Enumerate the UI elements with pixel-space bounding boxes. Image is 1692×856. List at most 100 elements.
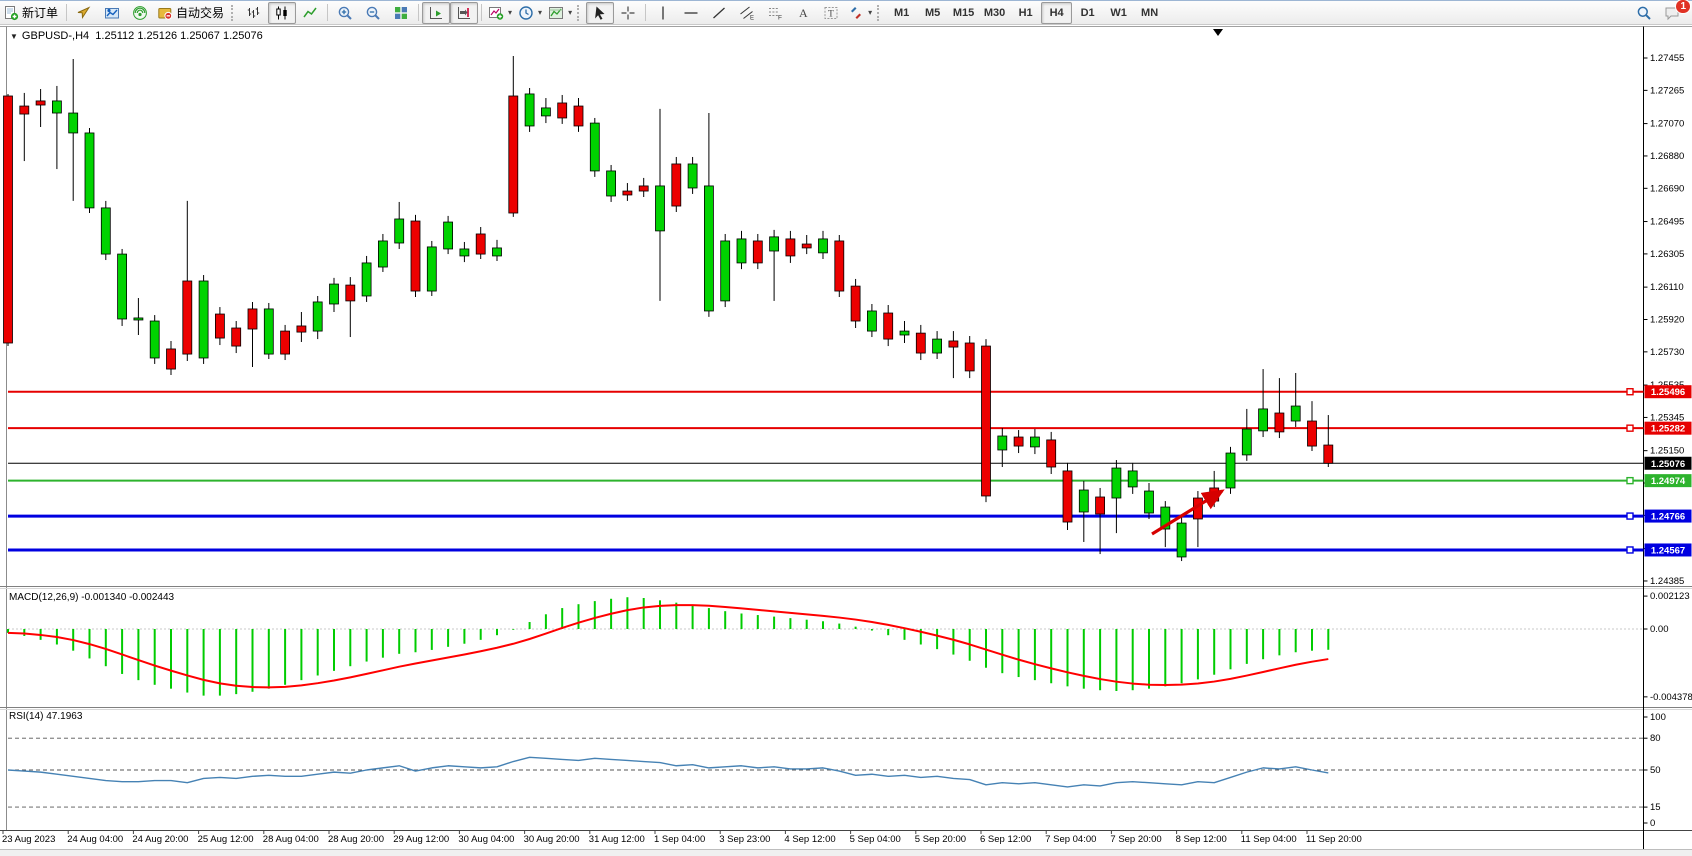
channel-tool-button[interactable]: E [733,2,761,24]
candle-body [1291,406,1300,421]
timeframe-button-D1[interactable]: D1 [1072,2,1103,24]
vertical-line-tool-button[interactable] [649,2,677,24]
candle-body [362,263,371,296]
chart-shift-marker[interactable] [1213,29,1223,36]
candle-body [590,123,599,171]
community-button[interactable] [70,2,98,24]
time-axis-label: 30 Aug 20:00 [524,834,580,845]
clock-icon [518,5,534,21]
collapse-triangle-icon[interactable]: ▼ [10,32,18,41]
status-strip [0,849,1692,856]
timeframe-button-H1[interactable]: H1 [1010,2,1041,24]
candle-body [770,237,779,251]
time-axis-label: 28 Aug 04:00 [263,834,319,845]
trendline-tool-button[interactable] [705,2,733,24]
svg-text:F: F [778,14,782,21]
candlestick-chart-button[interactable] [268,2,296,24]
templates-button[interactable]: ▾ [545,2,575,24]
zoom-out-button[interactable] [359,2,387,24]
price-badge-label: 1.24567 [1651,545,1685,556]
timeframe-button-W1[interactable]: W1 [1103,2,1134,24]
trendline-icon [711,5,727,21]
notifications-button[interactable]: 1 [1658,2,1686,24]
time-axis-label: 11 Sep 04:00 [1241,834,1297,845]
auto-scroll-button[interactable] [422,2,450,24]
fibonacci-icon: F [767,5,783,21]
chart-canvas[interactable]: 1.274551.272651.270701.268801.266901.264… [0,24,1692,855]
line-chart-button[interactable] [296,2,324,24]
search-button[interactable] [1630,2,1658,24]
line-handle[interactable] [1627,513,1633,519]
candle-body [1145,491,1154,513]
candle-body [509,96,518,213]
line-handle[interactable] [1627,478,1633,484]
crosshair-button[interactable] [614,2,642,24]
candle-body [1226,453,1235,488]
arrows-tool-button[interactable]: ▾ [845,2,875,24]
indicators-button[interactable]: ▾ [485,2,515,24]
rsi-tick-label: 15 [1650,802,1661,813]
candle-body [574,106,583,126]
candle-body [1324,445,1333,463]
candle-body [1096,497,1105,514]
crosshair-icon [620,5,636,21]
signals-button[interactable] [126,2,154,24]
timeframe-button-M1[interactable]: M1 [886,2,917,24]
candle-body [52,101,61,113]
macd-indicator-label: MACD(12,26,9) -0.001340 -0.002443 [9,592,174,603]
zoom-out-icon [365,5,381,21]
candle-body [281,331,290,354]
signals-radar-icon [132,5,148,21]
rsi-tick-label: 100 [1650,712,1666,723]
price-tick-label: 1.26495 [1650,217,1684,228]
low-value: 1.25067 [180,30,220,42]
time-axis-label: 30 Aug 04:00 [458,834,514,845]
price-badge-label: 1.24974 [1651,476,1686,487]
timeframe-button-M30[interactable]: M30 [979,2,1010,24]
fibonacci-tool-button[interactable]: F [761,2,789,24]
candle-body [101,208,110,254]
timeframe-button-MN[interactable]: MN [1134,2,1165,24]
candle-body [199,281,208,358]
periods-button[interactable]: ▾ [515,2,545,24]
market-button[interactable] [98,2,126,24]
candle-body [884,313,893,339]
timeframe-button-M15[interactable]: M15 [948,2,979,24]
vertical-line-icon [655,5,671,21]
time-axis-label: 25 Aug 12:00 [198,834,254,845]
svg-text:E: E [750,15,754,21]
bar-chart-button[interactable] [240,2,268,24]
label-tool-button[interactable]: T [817,2,845,24]
candle-body [1308,421,1317,446]
line-handle[interactable] [1627,425,1633,431]
tile-windows-button[interactable] [387,2,415,24]
auto-trading-button[interactable]: 自动交易 [154,2,229,24]
candle-body [607,171,616,196]
candle-body [476,234,485,254]
candle-body [916,333,925,353]
time-axis-label: 24 Aug 20:00 [132,834,188,845]
horizontal-line-tool-button[interactable] [677,2,705,24]
search-icon [1636,5,1652,21]
candle-body [949,341,958,347]
text-tool-button[interactable]: A [789,2,817,24]
line-handle[interactable] [1627,389,1633,395]
line-chart-icon [302,5,318,21]
timeframe-button-H4[interactable]: H4 [1041,2,1072,24]
dropdown-caret: ▾ [508,8,512,17]
candle-body [118,254,127,319]
timeframe-button-M5[interactable]: M5 [917,2,948,24]
price-tick-label: 1.26690 [1650,183,1684,194]
chart-shift-button[interactable] [450,2,478,24]
new-order-button[interactable]: 新订单 [0,2,63,24]
candles [4,56,1333,561]
candle-body [639,186,648,191]
line-handle[interactable] [1627,547,1633,553]
zoom-in-button[interactable] [331,2,359,24]
cursor-button[interactable] [586,2,614,24]
candle-body [264,309,273,354]
candle-body [851,286,860,321]
price-tick-label: 1.25150 [1650,446,1684,457]
macd-signal-line [8,605,1328,687]
candle-body [411,221,420,291]
